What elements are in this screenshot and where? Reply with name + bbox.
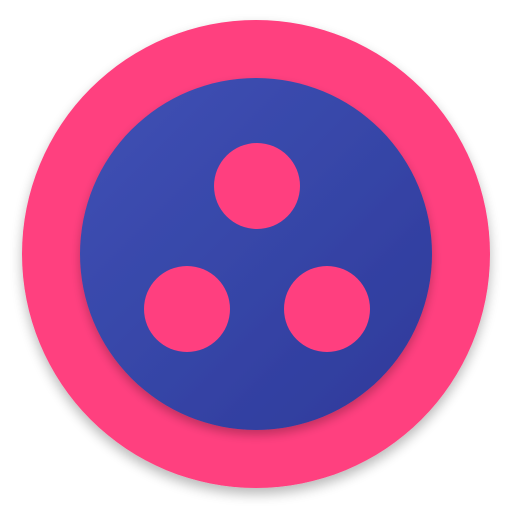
bottom-right-dot-icon (284, 266, 370, 352)
bottom-left-dot-icon (144, 266, 230, 352)
inner-disc-circle-icon (80, 78, 432, 430)
app-icon (22, 20, 490, 488)
app-icon-canvas (0, 0, 512, 512)
top-dot-icon (214, 143, 300, 229)
